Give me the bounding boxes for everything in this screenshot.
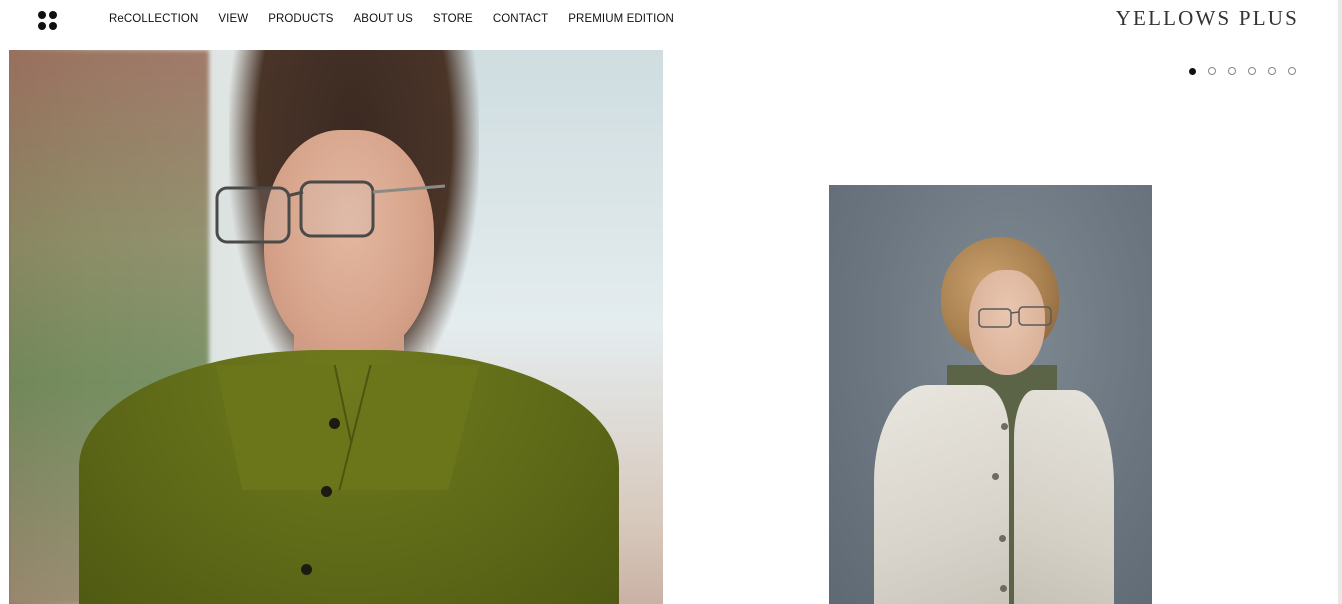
jacket-button xyxy=(999,535,1006,542)
feature-image-man-glasses xyxy=(829,185,1152,604)
shirt-button xyxy=(301,564,312,575)
nav-products[interactable]: PRODUCTS xyxy=(268,12,333,26)
slide-dot[interactable] xyxy=(1248,67,1256,75)
nav-premium-edition[interactable]: PREMIUM EDITION xyxy=(568,12,674,26)
slide-dot[interactable] xyxy=(1268,67,1276,75)
nav-recollection[interactable]: ReCOLLECTION xyxy=(109,12,198,26)
menu-dot xyxy=(38,22,46,30)
feature-jacket-right xyxy=(1014,390,1114,604)
brand-logo[interactable]: YELLOWS PLUS xyxy=(1116,6,1299,31)
shirt-button xyxy=(329,418,340,429)
shirt-button xyxy=(321,486,332,497)
main-navigation: ReCOLLECTION VIEW PRODUCTS ABOUT US STOR… xyxy=(109,12,694,26)
jacket-button xyxy=(1000,585,1007,592)
hero-image-woman-glasses xyxy=(9,50,663,604)
grid-dots-icon[interactable] xyxy=(38,11,58,31)
vertical-scrollbar[interactable] xyxy=(1338,0,1342,604)
slide-dot[interactable] xyxy=(1228,67,1236,75)
slider-pagination xyxy=(1189,67,1296,75)
slide-dot-active[interactable] xyxy=(1189,67,1196,75)
nav-about-us[interactable]: ABOUT US xyxy=(354,12,413,26)
nav-contact[interactable]: CONTACT xyxy=(493,12,548,26)
eyeglasses-icon xyxy=(215,180,446,244)
nav-store[interactable]: STORE xyxy=(433,12,473,26)
menu-dot xyxy=(38,11,46,19)
eyeglasses-icon xyxy=(978,306,1052,328)
jacket-button xyxy=(992,473,999,480)
feature-jacket-left xyxy=(874,385,1009,604)
slide-dot[interactable] xyxy=(1208,67,1216,75)
menu-dot xyxy=(49,22,57,30)
jacket-button xyxy=(1001,423,1008,430)
nav-view[interactable]: VIEW xyxy=(218,12,248,26)
slide-dot[interactable] xyxy=(1288,67,1296,75)
menu-dot xyxy=(49,11,57,19)
